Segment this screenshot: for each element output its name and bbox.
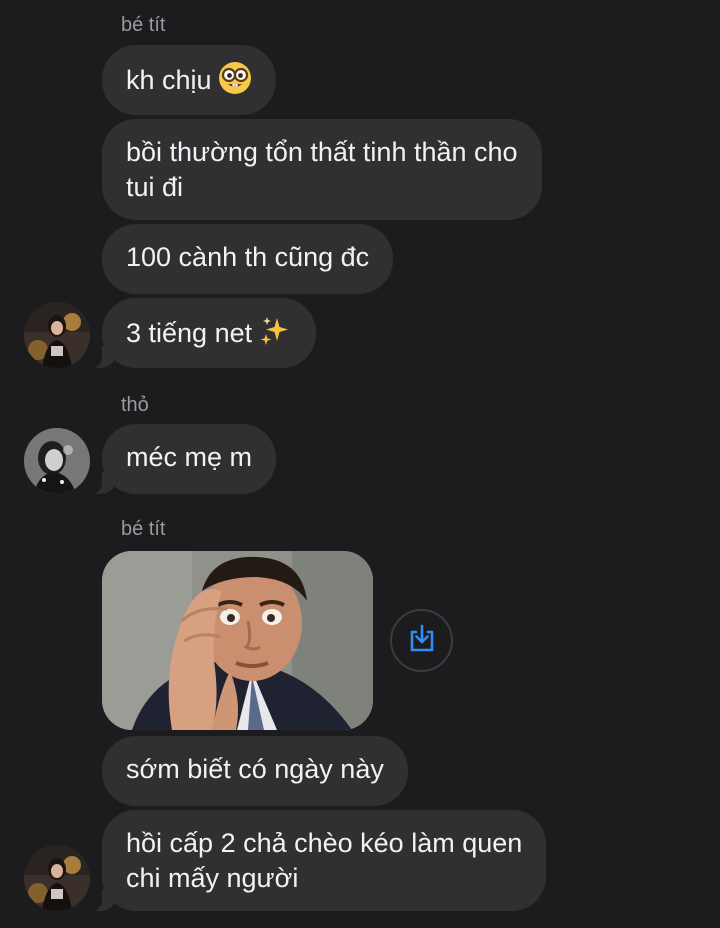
save-photo-button[interactable] bbox=[390, 609, 453, 672]
sparkles-emoji-icon bbox=[258, 314, 292, 357]
message-bubble[interactable]: hồi cấp 2 chả chèo kéo làm quen chi mấy … bbox=[79, 810, 547, 912]
message-text: méc mẹ m bbox=[126, 442, 253, 472]
sender-name: bé tít bbox=[121, 518, 166, 540]
chat-thread: bé tít kh chịu bồi thường tổn thất tinh … bbox=[0, 0, 720, 928]
message-bubble[interactable]: kh chịu bbox=[102, 45, 276, 115]
message-bubble[interactable]: méc mẹ m bbox=[79, 424, 277, 495]
message-bubble[interactable]: 3 tiếng net bbox=[79, 298, 317, 369]
avatar[interactable] bbox=[24, 302, 90, 368]
message-text: kh chịu bbox=[126, 65, 212, 95]
message-text: hồi cấp 2 chả chèo kéo làm quen chi mấy … bbox=[126, 828, 523, 893]
message-bubble[interactable]: 100 cành th cũng đc bbox=[102, 224, 394, 294]
sender-name: bé tít bbox=[121, 14, 166, 36]
message-text: bồi thường tổn thất tinh thần cho tui đi bbox=[126, 137, 518, 202]
avatar[interactable] bbox=[24, 428, 90, 494]
avatar[interactable] bbox=[24, 845, 90, 911]
share-download-icon bbox=[408, 623, 436, 658]
message-bubble[interactable]: bồi thường tổn thất tinh thần cho tui đi bbox=[102, 119, 542, 220]
message-text: sớm biết có ngày này bbox=[126, 754, 384, 784]
message-bubble[interactable]: sớm biết có ngày này bbox=[102, 736, 408, 806]
photo-message[interactable] bbox=[102, 551, 373, 730]
message-text: 100 cành th cũng đc bbox=[126, 242, 370, 272]
message-text: 3 tiếng net bbox=[126, 318, 253, 348]
sender-name: thỏ bbox=[121, 394, 149, 416]
nerd-face-emoji-icon bbox=[218, 61, 252, 104]
